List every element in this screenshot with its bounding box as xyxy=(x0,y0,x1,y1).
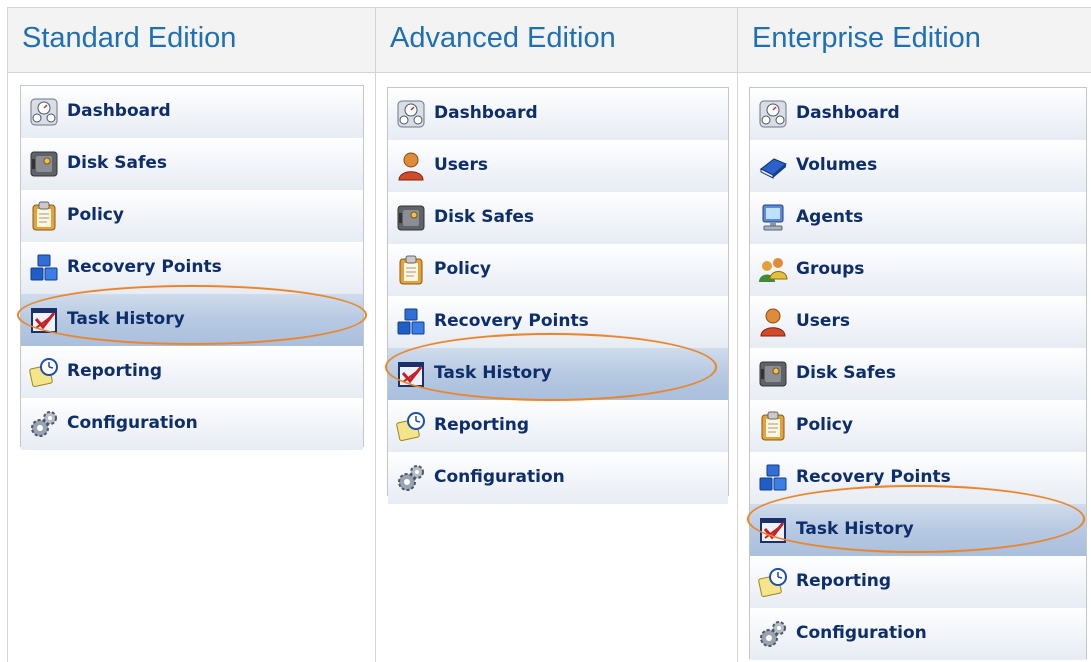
menu-item-label: Disk Safes xyxy=(67,153,168,173)
navigation-menu: Dashboard Volumes Agents Groups Users Disk Sa… xyxy=(749,87,1087,661)
menu-item-label: Reporting xyxy=(434,415,530,435)
menu-item-label: Dashboard xyxy=(434,103,538,123)
safe-icon xyxy=(396,203,426,233)
menu-item-disk-safes[interactable]: Disk Safes xyxy=(21,138,363,191)
group-icon xyxy=(758,255,788,285)
enterprise-edition-column: Enterprise Edition Dashboard Volumes Agent… xyxy=(737,7,1091,662)
menu-item-label: Disk Safes xyxy=(434,207,535,227)
cubes-icon xyxy=(29,253,59,283)
column-title: Enterprise Edition xyxy=(752,22,981,54)
menu-item-volumes[interactable]: Volumes xyxy=(750,140,1086,193)
menu-item-label: Reporting xyxy=(796,571,892,591)
menu-item-label: Recovery Points xyxy=(434,311,589,331)
menu-item-reporting[interactable]: Reporting xyxy=(388,400,728,453)
menu-item-label: Configuration xyxy=(796,623,927,643)
menu-item-dashboard[interactable]: Dashboard xyxy=(750,88,1086,141)
menu-item-reporting[interactable]: Reporting xyxy=(750,556,1086,609)
report-clock-icon xyxy=(396,411,426,441)
menu-item-label: Configuration xyxy=(67,413,198,433)
menu-item-users[interactable]: Users xyxy=(388,140,728,193)
menu-item-label: Users xyxy=(434,155,488,175)
user-icon xyxy=(396,151,426,181)
menu-item-configuration[interactable]: Configuration xyxy=(388,452,728,505)
monitor-icon xyxy=(758,203,788,233)
edition-comparison-table: Standard Edition Dashboard Disk Safes Poli… xyxy=(7,7,1091,662)
gears-icon xyxy=(758,619,788,649)
column-header: Advanced Edition xyxy=(376,7,738,73)
menu-item-label: Recovery Points xyxy=(796,467,951,487)
menu-item-disk-safes[interactable]: Disk Safes xyxy=(750,348,1086,401)
menu-item-label: Policy xyxy=(434,259,491,279)
cubes-icon xyxy=(396,307,426,337)
menu-item-label: Policy xyxy=(67,205,124,225)
menu-item-label: Recovery Points xyxy=(67,257,222,277)
clipboard-icon xyxy=(758,411,788,441)
menu-item-label: Agents xyxy=(796,207,864,227)
menu-item-policy[interactable]: Policy xyxy=(750,400,1086,453)
menu-item-label: Volumes xyxy=(796,155,878,175)
gears-icon xyxy=(29,409,59,439)
menu-item-groups[interactable]: Groups xyxy=(750,244,1086,297)
navigation-menu: Dashboard Disk Safes Policy Recovery Points… xyxy=(20,85,364,451)
dashboard-icon xyxy=(758,99,788,129)
menu-item-dashboard[interactable]: Dashboard xyxy=(388,88,728,141)
column-header: Standard Edition xyxy=(8,7,376,73)
report-clock-icon xyxy=(29,357,59,387)
safe-icon xyxy=(29,149,59,179)
menu-item-configuration[interactable]: Configuration xyxy=(21,398,363,451)
highlight-ring xyxy=(17,285,367,345)
dashboard-icon xyxy=(29,97,59,127)
user-icon xyxy=(758,307,788,337)
menu-item-label: Policy xyxy=(796,415,853,435)
menu-item-policy[interactable]: Policy xyxy=(388,244,728,297)
highlight-ring xyxy=(747,485,1085,553)
dashboard-icon xyxy=(396,99,426,129)
column-title: Standard Edition xyxy=(22,22,237,54)
menu-item-label: Configuration xyxy=(434,467,565,487)
menu-item-policy[interactable]: Policy xyxy=(21,190,363,243)
report-clock-icon xyxy=(758,567,788,597)
menu-item-reporting[interactable]: Reporting xyxy=(21,346,363,399)
menu-item-configuration[interactable]: Configuration xyxy=(750,608,1086,661)
column-title: Advanced Edition xyxy=(390,22,616,54)
menu-item-users[interactable]: Users xyxy=(750,296,1086,349)
gears-icon xyxy=(396,463,426,493)
menu-item-label: Reporting xyxy=(67,361,163,381)
safe-icon xyxy=(758,359,788,389)
clipboard-icon xyxy=(396,255,426,285)
menu-item-agents[interactable]: Agents xyxy=(750,192,1086,245)
menu-item-disk-safes[interactable]: Disk Safes xyxy=(388,192,728,245)
menu-item-label: Disk Safes xyxy=(796,363,897,383)
navigation-menu: Dashboard Users Disk Safes Policy Recovery P… xyxy=(387,87,729,505)
highlight-ring xyxy=(385,333,717,401)
column-header: Enterprise Edition xyxy=(738,7,1091,73)
cubes-icon xyxy=(758,463,788,493)
menu-item-dashboard[interactable]: Dashboard xyxy=(21,86,363,139)
menu-item-label: Users xyxy=(796,311,850,331)
menu-item-label: Dashboard xyxy=(796,103,900,123)
book-icon xyxy=(758,151,788,181)
menu-item-label: Groups xyxy=(796,259,865,279)
menu-item-label: Dashboard xyxy=(67,101,171,121)
clipboard-icon xyxy=(29,201,59,231)
